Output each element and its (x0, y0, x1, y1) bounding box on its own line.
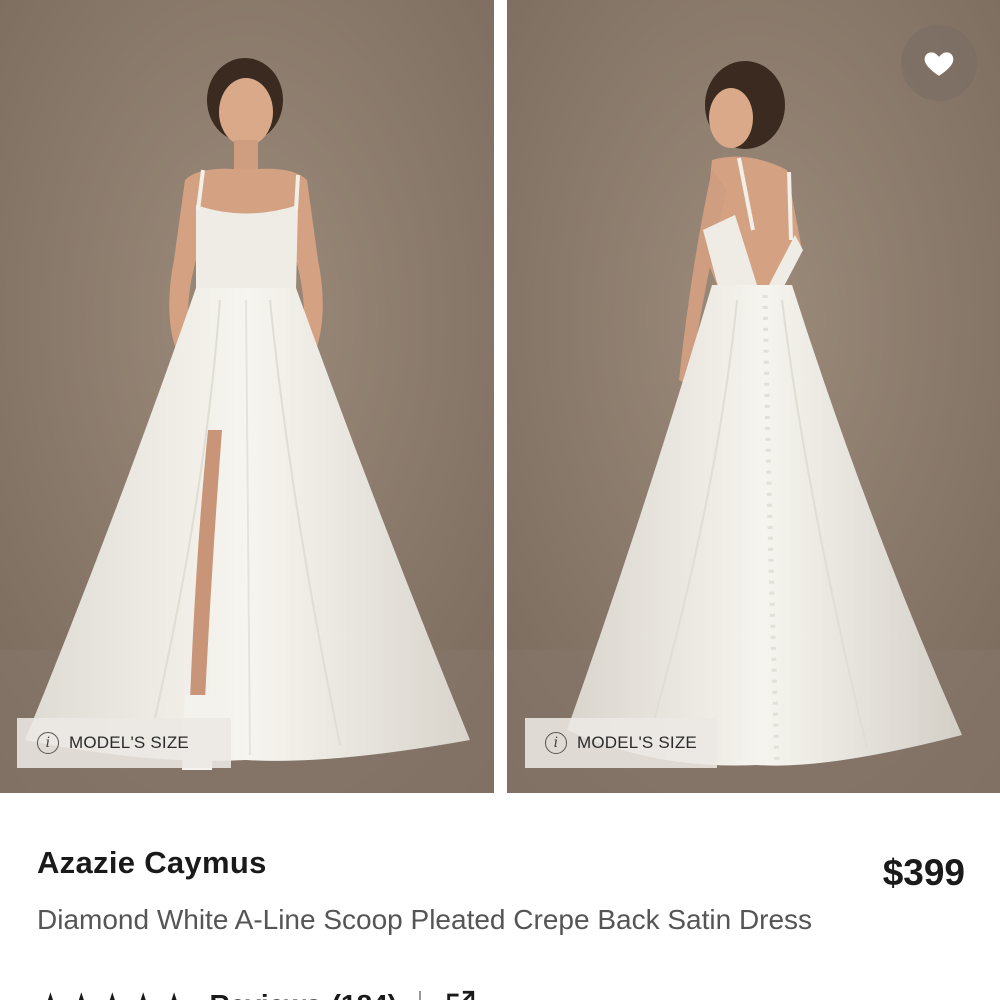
star-icon: ★ (130, 990, 157, 1000)
info-icon: i (37, 732, 59, 754)
model-size-label: MODEL'S SIZE (577, 733, 697, 752)
info-icon: i (545, 732, 567, 754)
wishlist-button[interactable] (901, 25, 977, 101)
back-photo-illustration (507, 0, 1000, 793)
rating-row: ★ ★ ★ ★ ★ Reviews (184) (37, 985, 477, 1000)
front-photo-illustration (0, 0, 494, 793)
product-brand: Azazie Caymus (37, 845, 267, 880)
product-gallery[interactable]: i MODEL'S SIZE i MODEL'S SIZE (0, 0, 1000, 793)
product-image-front[interactable] (0, 0, 494, 793)
star-icon: ★ (37, 990, 64, 1000)
reviews-link[interactable]: Reviews (210, 989, 322, 1000)
product-price: $399 (882, 852, 965, 893)
product-name: Diamond White A-Line Scoop Pleated Crepe… (37, 904, 813, 935)
star-icon: ★ (161, 990, 188, 1000)
divider (418, 991, 421, 1000)
star-icon: ★ (68, 990, 95, 1000)
star-rating[interactable]: ★ ★ ★ ★ ★ (37, 990, 192, 1000)
heart-icon (924, 52, 954, 76)
reviews-count[interactable]: (184) (332, 989, 397, 1000)
share-icon[interactable] (443, 988, 477, 1000)
product-page: i MODEL'S SIZE i MODEL'S SIZE Azazie Cay… (0, 0, 1000, 1000)
model-size-label: MODEL'S SIZE (69, 733, 189, 752)
star-icon: ★ (99, 990, 126, 1000)
model-size-button-back[interactable]: i MODEL'S SIZE (525, 718, 717, 768)
product-image-back[interactable] (507, 0, 1000, 793)
model-size-button-front[interactable]: i MODEL'S SIZE (17, 718, 231, 768)
